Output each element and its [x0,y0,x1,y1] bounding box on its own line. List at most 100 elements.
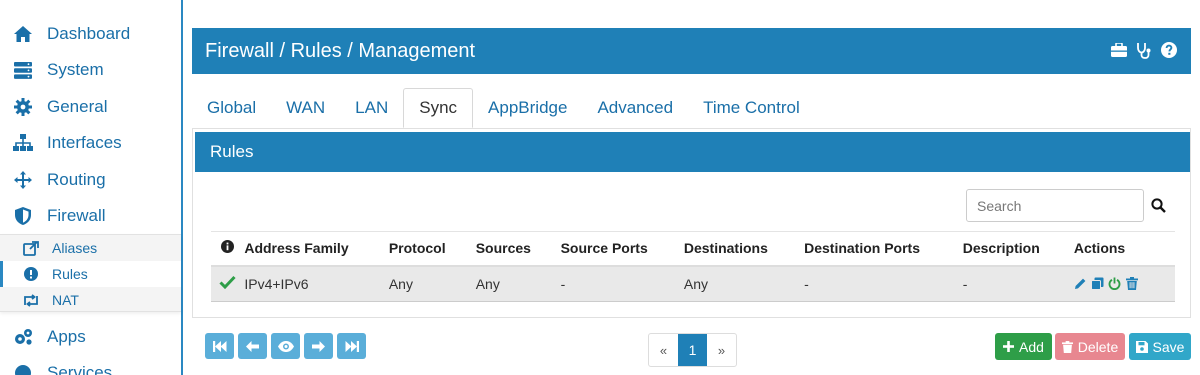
sidebar-item-routing[interactable]: Routing [0,162,181,198]
eye-icon [277,340,294,352]
sidebar: Dashboard System General Interfaces Rout… [0,0,183,375]
previous-record-button[interactable] [238,333,267,359]
save-button[interactable]: Save [1129,333,1191,360]
sidebar-item-dashboard[interactable]: Dashboard [0,16,181,52]
sidebar-subitem-label: NAT [52,292,79,308]
delete-button[interactable]: Delete [1055,333,1125,360]
retweet-icon [22,291,40,309]
info-icon [221,240,235,254]
table-header-row: Address Family Protocol Sources Source P… [211,231,1175,267]
check-icon[interactable] [219,275,236,290]
sidebar-item-label: Firewall [47,206,106,225]
sidebar-item-label: System [47,60,104,79]
delete-button-label: Delete [1077,338,1119,355]
step-forward-icon [345,340,359,352]
next-record-button[interactable] [304,333,333,359]
column-header-protocol[interactable]: Protocol [388,231,476,267]
pagination-next[interactable]: » [707,334,736,366]
search-icon[interactable] [1149,196,1167,214]
tab-sync[interactable]: Sync [403,88,474,128]
rules-panel: Rules Address Family Protocol Sources So… [192,128,1191,318]
sidebar-subitem-rules[interactable]: Rules [0,261,181,287]
sidebar-item-label: Apps [47,327,86,346]
arrow-left-icon [246,340,259,352]
trash-icon[interactable] [1125,277,1139,291]
first-record-button[interactable] [205,333,234,359]
status-cell[interactable] [211,265,245,302]
cell-destinations: Any [683,265,805,302]
rules-table: Address Family Protocol Sources Source P… [211,231,1175,302]
cell-description: - [962,265,1074,302]
table-row[interactable]: IPv4+IPv6 Any Any - Any - - [211,265,1175,302]
move-arrows-icon [12,169,34,191]
view-button[interactable] [271,333,300,359]
cell-actions [1073,265,1175,302]
cell-source-ports: - [560,265,684,302]
pagination: « 1 » [648,333,737,367]
column-header-info [211,231,245,267]
exclamation-circle-icon [22,265,40,283]
sitemap-icon [12,132,34,154]
tab-bar: Global WAN LAN Sync AppBridge Advanced T… [192,88,815,128]
column-header-destination-ports[interactable]: Destination Ports [804,231,963,267]
sidebar-item-label: Routing [47,170,106,189]
cell-address-family: IPv4+IPv6 [244,265,389,302]
column-header-address-family[interactable]: Address Family [244,231,389,267]
power-toggle-icon[interactable] [1108,277,1122,291]
toolbox-icon[interactable] [1110,41,1127,59]
help-icon[interactable] [1160,41,1177,59]
sidebar-subitem-nat[interactable]: NAT [0,287,181,313]
column-header-destinations[interactable]: Destinations [683,231,805,267]
tab-lan[interactable]: LAN [340,88,403,128]
sidebar-item-firewall[interactable]: Firewall [0,198,181,234]
header-icons [1110,41,1177,59]
cell-protocol: Any [388,265,476,302]
sidebar-item-label: General [47,97,108,116]
pagination-prev[interactable]: « [649,334,678,366]
edit-pencil-icon[interactable] [1074,277,1088,291]
server-icon [12,59,34,81]
gear-icon [12,96,34,118]
plus-icon [1003,341,1015,352]
home-icon [12,23,34,45]
column-header-description[interactable]: Description [962,231,1074,267]
add-button-label: Add [1019,338,1044,355]
gears-icon [12,326,34,348]
tab-advanced[interactable]: Advanced [582,88,688,128]
sidebar-item-general[interactable]: General [0,89,181,125]
trash-icon [1061,340,1073,353]
page-title: Firewall / Rules / Management [205,39,476,62]
sidebar-item-label: Dashboard [47,24,131,43]
cell-destination-ports: - [804,265,963,302]
share-icon [22,239,40,257]
shield-icon [12,205,34,227]
tab-wan[interactable]: WAN [271,88,340,128]
panel-title: Rules [195,132,1190,172]
sidebar-item-label: Interfaces [47,133,122,152]
last-record-button[interactable] [337,333,366,359]
sidebar-item-apps[interactable]: Apps [0,319,181,355]
stethoscope-icon[interactable] [1135,41,1152,59]
copy-icon[interactable] [1091,277,1105,291]
column-header-sources[interactable]: Sources [475,231,561,267]
sidebar-item-label: Services [47,363,113,375]
tab-appbridge[interactable]: AppBridge [473,88,582,128]
search-input[interactable] [966,189,1144,222]
tab-global[interactable]: Global [192,88,271,128]
column-header-actions: Actions [1073,231,1175,267]
sidebar-item-system[interactable]: System [0,52,181,88]
sidebar-subitem-label: Aliases [52,240,98,256]
pagination-page-current[interactable]: 1 [678,334,707,366]
services-icon [12,362,34,375]
page-header: Firewall / Rules / Management [192,28,1191,74]
step-backward-icon [212,340,227,352]
cell-sources: Any [475,265,561,302]
sidebar-item-interfaces[interactable]: Interfaces [0,125,181,161]
floppy-disk-icon [1135,340,1148,353]
tab-time-control[interactable]: Time Control [688,88,815,128]
add-button[interactable]: Add [995,333,1052,360]
column-header-source-ports[interactable]: Source Ports [560,231,684,267]
sidebar-item-services[interactable]: Services [0,355,181,375]
arrow-right-icon [312,340,325,352]
sidebar-subitem-aliases[interactable]: Aliases [0,235,181,261]
